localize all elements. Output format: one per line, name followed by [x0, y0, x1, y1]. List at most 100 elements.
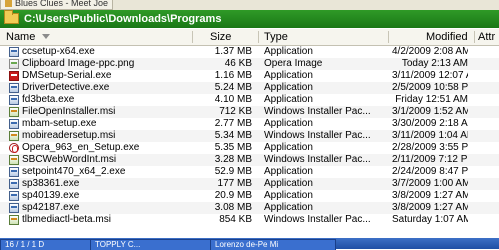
file-name: ccsetup-x64.exe [22, 46, 95, 57]
file-modified: 3/8/2009 1:27 AM [392, 190, 468, 201]
installer-icon [9, 131, 19, 141]
column-header-attr[interactable]: Attr [478, 29, 495, 45]
file-row[interactable]: sp42187.exe 3.08 MB Application 3/8/2009 1:… [0, 202, 499, 214]
application-icon [9, 191, 19, 201]
current-path: C:\Users\Public\Downloads\Programs [24, 13, 222, 25]
file-modified: 3/30/2009 2:18 AM [392, 118, 468, 129]
file-size: 3.08 MB [214, 202, 252, 213]
file-type: Windows Installer Pac... [264, 130, 371, 141]
previous-tab[interactable]: Blues Clues - Meet Joe [0, 0, 114, 10]
address-path-bar[interactable]: C:\Users\Public\Downloads\Programs [0, 10, 499, 28]
file-row[interactable]: Clipboard Image-ppc.png 46 KB Opera Image T… [0, 58, 499, 70]
file-type: Application [264, 178, 313, 189]
column-header-row: Name Size Type Modified Attr [0, 29, 499, 46]
file-type: Windows Installer Pac... [264, 106, 371, 117]
previous-tab-label: Blues Clues - Meet Joe [15, 0, 109, 8]
file-modified: 3/7/2009 1:00 AM [392, 178, 468, 189]
taskbar: 16 / 1 / 1 D TOPPLY C... Lorenzo de-Pe Mi [0, 238, 499, 250]
file-size: 1.16 MB [214, 70, 252, 81]
application-icon [9, 179, 19, 189]
file-name: DMSetup-Serial.exe [22, 70, 112, 81]
file-row[interactable]: setpoint470_x64_2.exe 52.9 MB Application 2… [0, 166, 499, 178]
file-size: 854 KB [219, 214, 252, 225]
file-modified: Today 2:13 AM [401, 58, 468, 69]
column-header-size[interactable]: Size [210, 29, 231, 45]
file-name: SBCWebWordInt.msi [22, 154, 117, 165]
application-icon [9, 203, 19, 213]
column-divider[interactable] [258, 31, 259, 43]
installer-icon [9, 107, 19, 117]
file-name: FileOpenInstaller.msi [22, 106, 116, 117]
file-name: sp40139.exe [22, 190, 80, 201]
file-row[interactable]: SBCWebWordInt.msi 3.28 MB Windows Installe… [0, 154, 499, 166]
file-type: Application [264, 190, 313, 201]
file-size: 52.9 MB [214, 166, 252, 177]
file-row[interactable]: mobireadersetup.msi 5.34 MB Windows Instal… [0, 130, 499, 142]
folder-icon [4, 10, 19, 24]
file-row[interactable]: sp38361.exe 177 MB Application 3/7/2009 1:0… [0, 178, 499, 190]
file-modified: 4/2/2009 2:08 AM [392, 46, 468, 57]
file-modified: 3/11/2009 12:07 AM [392, 70, 468, 81]
file-type: Application [264, 82, 313, 93]
file-size: 5.24 MB [214, 82, 252, 93]
column-header-modified[interactable]: Modified [426, 29, 468, 45]
file-type: Windows Installer Pac... [264, 154, 371, 165]
file-size: 46 KB [224, 58, 252, 69]
installer-icon [9, 155, 19, 165]
tab-page-icon [5, 0, 12, 8]
sort-descending-icon [42, 34, 50, 39]
file-row[interactable]: DriverDetective.exe 5.24 MB Application 2/5… [0, 82, 499, 94]
file-name: mbam-setup.exe [22, 118, 97, 129]
file-modified: 2/24/2009 8:47 PM [392, 166, 468, 177]
file-row[interactable]: tlbmediactl-beta.msi 854 KB Windows Instal… [0, 214, 499, 226]
file-modified: 2/11/2009 7:12 PM [392, 154, 468, 165]
file-name: setpoint470_x64_2.exe [22, 166, 126, 177]
file-modified: 3/11/2009 1:04 AM [392, 130, 468, 141]
file-name: sp38361.exe [22, 178, 80, 189]
taskbar-button[interactable]: TOPPLY C... [90, 239, 212, 250]
file-modified: 2/28/2009 3:55 PM [392, 142, 468, 153]
file-size: 2.77 MB [214, 118, 252, 129]
taskbar-button[interactable]: Lorenzo de-Pe Mi [210, 239, 336, 250]
column-divider[interactable] [474, 31, 475, 43]
file-size: 177 MB [217, 178, 252, 189]
file-type: Application [264, 142, 313, 153]
file-modified: 3/1/2009 1:52 AM [392, 106, 468, 117]
taskbar-button[interactable]: 16 / 1 / 1 D [0, 239, 92, 250]
file-size: 712 KB [219, 106, 252, 117]
file-list: ccsetup-x64.exe 1.37 MB Application 4/2/200… [0, 46, 499, 226]
file-type: Windows Installer Pac... [264, 214, 371, 225]
file-row[interactable]: fd3beta.exe 4.10 MB Application Friday 12:5… [0, 94, 499, 106]
file-size: 1.37 MB [214, 46, 252, 57]
column-header-type[interactable]: Type [264, 29, 288, 45]
column-header-name[interactable]: Name [6, 29, 35, 45]
column-divider[interactable] [388, 31, 389, 43]
file-type: Application [264, 118, 313, 129]
file-row[interactable]: ccsetup-x64.exe 1.37 MB Application 4/2/200… [0, 46, 499, 58]
file-row[interactable]: mbam-setup.exe 2.77 MB Application 3/30/200… [0, 118, 499, 130]
application-icon [9, 83, 19, 93]
image-file-icon [9, 59, 19, 69]
opera-icon [9, 143, 19, 153]
file-row[interactable]: Opera_963_en_Setup.exe 5.35 MB Application… [0, 142, 499, 154]
file-type: Application [264, 70, 313, 81]
file-row[interactable]: sp40139.exe 20.9 MB Application 3/8/2009 1:… [0, 190, 499, 202]
installer-icon [9, 215, 19, 225]
file-size: 5.35 MB [214, 142, 252, 153]
column-divider[interactable] [192, 31, 193, 43]
file-modified: 3/8/2009 1:27 AM [392, 202, 468, 213]
file-row[interactable]: FileOpenInstaller.msi 712 KB Windows Insta… [0, 106, 499, 118]
file-modified: 2/5/2009 10:58 PM [392, 82, 468, 93]
file-size: 3.28 MB [214, 154, 252, 165]
file-row[interactable]: DMSetup-Serial.exe 1.16 MB Application 3/11… [0, 70, 499, 82]
file-type: Application [264, 202, 313, 213]
application-icon [9, 47, 19, 57]
file-type: Application [264, 46, 313, 57]
file-size: 4.10 MB [214, 94, 252, 105]
file-name: fd3beta.exe [22, 94, 75, 105]
file-name: DriverDetective.exe [22, 82, 110, 93]
file-name: mobireadersetup.msi [22, 130, 116, 141]
application-icon [9, 95, 19, 105]
file-name: Opera_963_en_Setup.exe [22, 142, 140, 153]
file-type: Opera Image [264, 58, 323, 69]
